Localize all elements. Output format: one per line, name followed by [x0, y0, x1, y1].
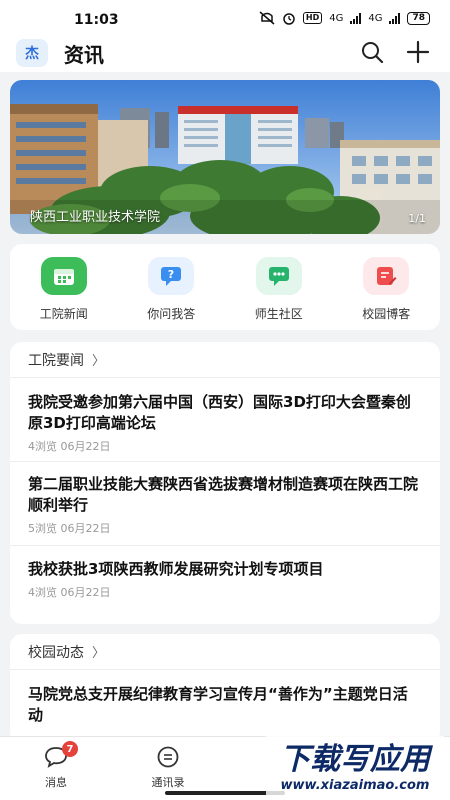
battery-icon: 78: [407, 11, 430, 25]
question-chat-icon: ?: [148, 257, 195, 295]
shortcut-campus-blog[interactable]: 校园博客: [333, 244, 441, 330]
news-views: 4浏览: [28, 440, 57, 453]
news-item[interactable]: 我院受邀参加第六届中国（西安）国际3D打印大会暨秦创原3D打印高端论坛 4浏览 …: [10, 378, 440, 462]
shortcut-grid: 工院新闻 ? 你问我答 师生社区 校园博客: [10, 244, 440, 330]
news-item[interactable]: 马院党总支开展纪律教育学习宣传月“善作为”主题党日活动: [10, 670, 440, 726]
news-date: 06月22日: [60, 586, 111, 599]
news-views: 4浏览: [28, 586, 57, 599]
calendar-icon: [40, 257, 87, 295]
news-title: 我校获批3项陕西教师发展研究计划专项项目: [28, 560, 324, 578]
nav-label: 通讯录: [151, 776, 185, 789]
alarm-icon: [283, 13, 295, 25]
shortcut-label: 校园博客: [362, 307, 411, 321]
news-views: 5浏览: [28, 522, 57, 535]
chevron-right-icon: 〉: [92, 354, 106, 369]
news-meta: 4浏览 06月22日: [28, 584, 422, 600]
news-date: 06月22日: [60, 440, 111, 453]
news-title: 第二届职业技能大赛陕西省选拔赛增材制造赛项在陕西工院顺利举行: [28, 475, 419, 514]
news-item[interactable]: 第二届职业技能大赛陕西省选拔赛增材制造赛项在陕西工院顺利举行 5浏览 06月22…: [10, 462, 440, 546]
add-icon[interactable]: [406, 40, 430, 64]
page-title: 资讯: [64, 43, 104, 67]
svg-text:?: ?: [168, 268, 174, 281]
status-icons: HD 4G 4G 78: [259, 11, 430, 25]
status-bar: 11:03 HD 4G 4G 78: [0, 0, 450, 34]
banner-caption: 陕西工业职业技术学院: [30, 210, 161, 225]
svg-text:下载写应用: 下载写应用: [280, 742, 434, 777]
campus-banner[interactable]: 陕西工业职业技术学院 1/1: [10, 80, 440, 234]
news-section-headlines: 工院要闻 〉 我院受邀参加第六届中国（西安）国际3D打印大会暨秦创原3D打印高端…: [10, 342, 440, 624]
banner-page-indicator: 1/1: [408, 212, 426, 225]
contacts-icon: [157, 746, 179, 768]
section-title: 工院要闻: [28, 352, 84, 369]
status-time: 11:03: [74, 12, 119, 28]
news-title: 马院党总支开展纪律教育学习宣传月“善作为”主题党日活动: [28, 685, 408, 724]
search-icon[interactable]: [360, 40, 384, 64]
shortcut-community[interactable]: 师生社区: [225, 244, 333, 330]
shortcut-campus-news[interactable]: 工院新闻: [10, 244, 118, 330]
svg-text:www.xiazaimao.com: www.xiazaimao.com: [281, 778, 430, 793]
section-header[interactable]: 工院要闻 〉: [10, 342, 440, 378]
nav-contacts[interactable]: 通讯录: [128, 745, 208, 790]
news-section-campus: 校园动态 〉 马院党总支开展纪律教育学习宣传月“善作为”主题党日活动: [10, 634, 440, 744]
news-date: 06月22日: [60, 522, 111, 535]
shortcut-label: 师生社区: [254, 307, 303, 321]
news-item[interactable]: 我校获批3项陕西教师发展研究计划专项项目 4浏览 06月22日: [10, 546, 440, 616]
app-logo[interactable]: 杰: [16, 39, 48, 67]
chat-bubble-icon: [255, 257, 302, 295]
nav-messages[interactable]: 7 消息: [16, 741, 96, 790]
hd-icon: HD: [302, 12, 323, 24]
network-label-2: 4G: [368, 12, 383, 24]
shortcut-label: 你问我答: [147, 307, 196, 321]
shortcut-label: 工院新闻: [39, 307, 88, 321]
section-title: 校园动态: [28, 644, 84, 661]
news-meta: 4浏览 06月22日: [28, 438, 422, 454]
app-header: 杰 资讯: [0, 34, 450, 72]
unread-badge: 7: [62, 741, 78, 757]
edit-note-icon: [363, 257, 410, 295]
signal-icon: [350, 12, 362, 24]
signal-icon-2: [389, 12, 401, 24]
chevron-right-icon: 〉: [92, 646, 106, 661]
news-meta: 5浏览 06月22日: [28, 520, 422, 536]
nav-label: 消息: [45, 776, 67, 789]
mute-vibrate-icon: [259, 11, 275, 25]
network-label: 4G: [329, 12, 344, 24]
section-header[interactable]: 校园动态 〉: [10, 634, 440, 670]
news-title: 我院受邀参加第六届中国（西安）国际3D打印大会暨秦创原3D打印高端论坛: [28, 393, 411, 432]
shortcut-q-and-a[interactable]: ? 你问我答: [118, 244, 226, 330]
watermark-logo: 下载写应用 www.xiazaimao.com: [266, 736, 444, 796]
